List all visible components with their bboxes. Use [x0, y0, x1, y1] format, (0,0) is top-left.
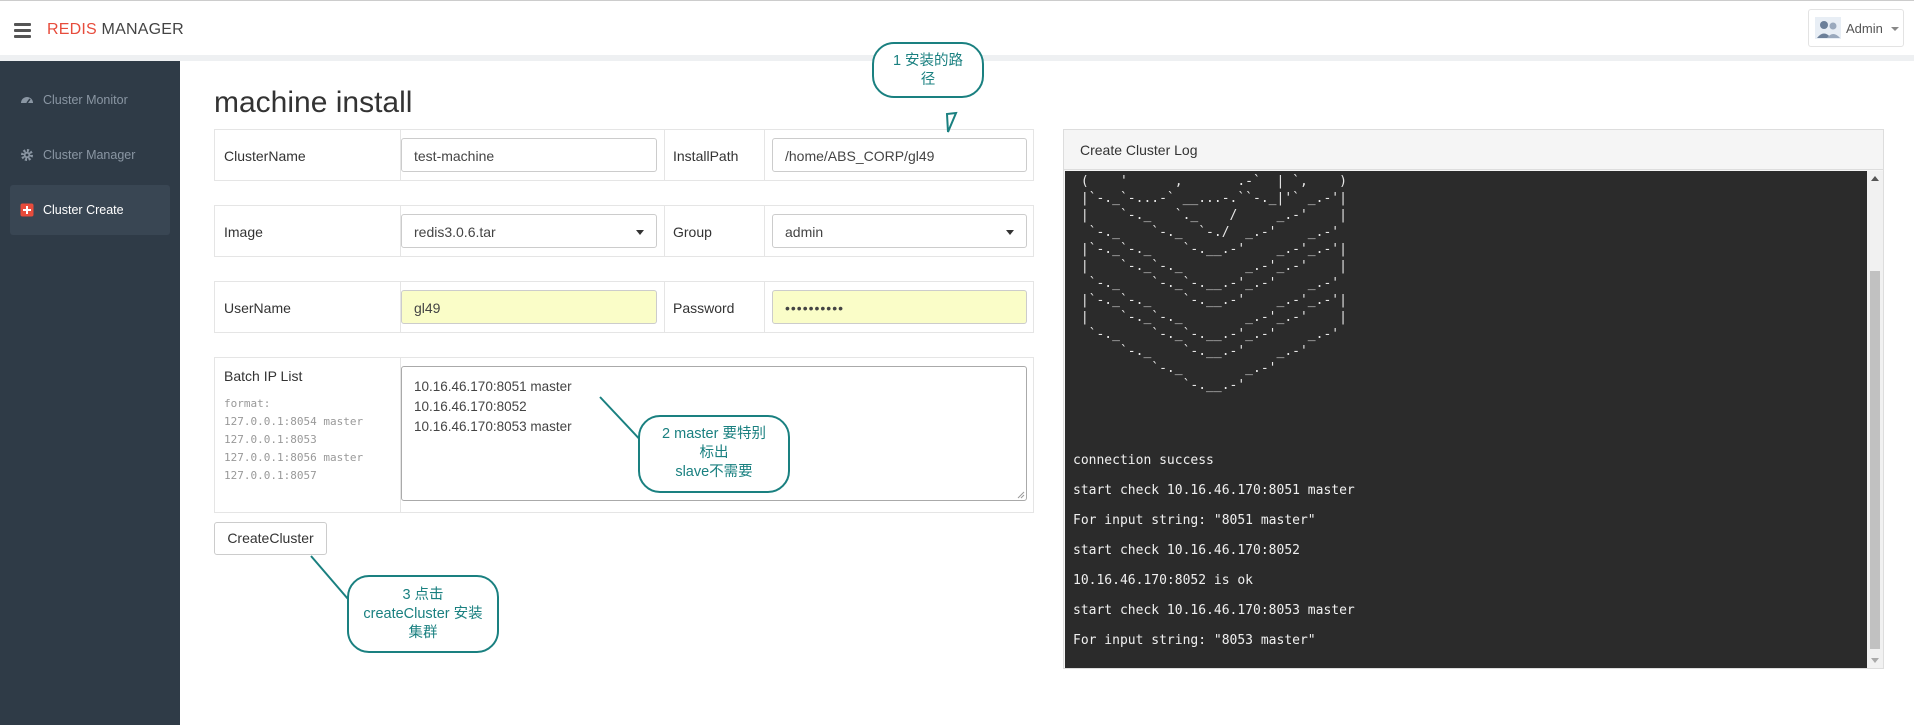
username-input[interactable]: gl49 [401, 290, 657, 324]
log-scrollbar[interactable] [1867, 171, 1883, 668]
username-label: UserName [224, 300, 291, 316]
scroll-down-icon[interactable] [1871, 658, 1879, 663]
scroll-up-icon[interactable] [1871, 176, 1879, 181]
app-brand[interactable]: REDIS MANAGER [47, 21, 184, 39]
callout-text: 径 [920, 72, 936, 88]
log-line: For input string: "8053 master" [1073, 633, 1316, 648]
callout-text: 标出 [699, 445, 729, 461]
sidebar-item-label: Cluster Monitor [43, 93, 128, 107]
log-panel-header: Create Cluster Log [1064, 130, 1883, 170]
install-path-input[interactable]: /home/ABS_CORP/gl49 [772, 138, 1027, 172]
batch-ip-line: 10.16.46.170:8051 master [414, 379, 572, 394]
hamburger-menu-icon[interactable] [14, 23, 31, 38]
image-select[interactable]: redis3.0.6.tar [401, 214, 657, 248]
resize-handle-icon[interactable] [1017, 491, 1025, 499]
log-line: 10.16.46.170:8052 is ok [1073, 573, 1254, 588]
log-panel-title: Create Cluster Log [1080, 142, 1198, 158]
sidebar: Cluster Monitor Cluster Manager Cluster … [0, 61, 180, 725]
form-row-cluster: ClusterName test-machine InstallPath /ho… [214, 129, 1034, 181]
annotation-callout-3: 3 点击 createCluster 安装 集群 [347, 575, 499, 653]
redis-ascii-logo: ( ' , .-` | `, ) |`-._`-...-` __...-.``-… [1080, 174, 1347, 393]
log-output[interactable]: ( ' , .-` | `, ) |`-._`-...-` __...-.``-… [1065, 171, 1867, 668]
callout-text: 集群 [408, 625, 438, 641]
cluster-name-input[interactable]: test-machine [401, 138, 657, 172]
install-path-label: InstallPath [673, 148, 739, 164]
group-label: Group [673, 224, 712, 240]
avatar-icon [1815, 17, 1841, 39]
annotation-callout-2: 2 master 要特别 标出 slave不需要 [638, 415, 790, 493]
caret-down-icon [1006, 230, 1014, 235]
caret-down-icon [636, 230, 644, 235]
log-line: start check 10.16.46.170:8052 [1073, 543, 1300, 558]
page-title: machine install [214, 86, 413, 119]
batch-ip-label: Batch IP List [224, 368, 303, 384]
chevron-down-icon [1891, 27, 1899, 31]
form-row-image: Image redis3.0.6.tar Group admin [214, 205, 1034, 257]
plus-square-icon [20, 203, 34, 217]
log-line: connection success [1073, 453, 1214, 468]
password-input[interactable]: •••••••••• [772, 290, 1027, 324]
callout-text: 3 点击 [402, 587, 444, 603]
sidebar-item-label: Cluster Create [43, 203, 124, 217]
annotation-callout-1: 1 安装的路 径 [872, 42, 984, 98]
sidebar-item-label: Cluster Manager [43, 148, 136, 162]
gear-icon [21, 149, 33, 161]
callout-text: slave不需要 [675, 464, 753, 480]
form-row-batch-ip: Batch IP List format: 127.0.0.1:8054 mas… [214, 357, 1034, 513]
sidebar-item-cluster-manager[interactable]: Cluster Manager [10, 130, 170, 180]
create-cluster-button[interactable]: CreateCluster [214, 522, 327, 555]
log-line: start check 10.16.46.170:8053 master [1073, 603, 1355, 618]
log-line: For input string: "8051 master" [1073, 513, 1316, 528]
user-name: Admin [1846, 21, 1883, 36]
user-menu[interactable]: Admin [1808, 9, 1904, 47]
dashboard-icon [21, 97, 33, 104]
log-line: start check 10.16.46.170:8051 master [1073, 483, 1355, 498]
password-label: Password [673, 300, 735, 316]
form-row-credentials: UserName gl49 Password •••••••••• [214, 281, 1034, 333]
callout-text: 1 安装的路 [892, 53, 964, 69]
callout-text: 2 master 要特别 [662, 426, 766, 442]
scroll-thumb[interactable] [1870, 271, 1880, 649]
group-select-value: admin [785, 224, 824, 240]
image-label: Image [224, 224, 263, 240]
batch-ip-line: 10.16.46.170:8052 [414, 399, 527, 414]
sidebar-item-cluster-create[interactable]: Cluster Create [10, 185, 170, 235]
image-select-value: redis3.0.6.tar [414, 224, 496, 240]
cluster-name-label: ClusterName [224, 148, 306, 164]
sidebar-item-cluster-monitor[interactable]: Cluster Monitor [10, 75, 170, 125]
create-cluster-log-panel: Create Cluster Log ( ' , .-` | `, ) |`-.… [1063, 129, 1884, 669]
batch-ip-format-hint: format: 127.0.0.1:8054 master 127.0.0.1:… [224, 397, 364, 482]
callout-text: createCluster 安装 [363, 606, 483, 622]
group-select[interactable]: admin [772, 214, 1027, 248]
brand-redis: REDIS [47, 21, 97, 38]
brand-manager: MANAGER [96, 21, 184, 38]
